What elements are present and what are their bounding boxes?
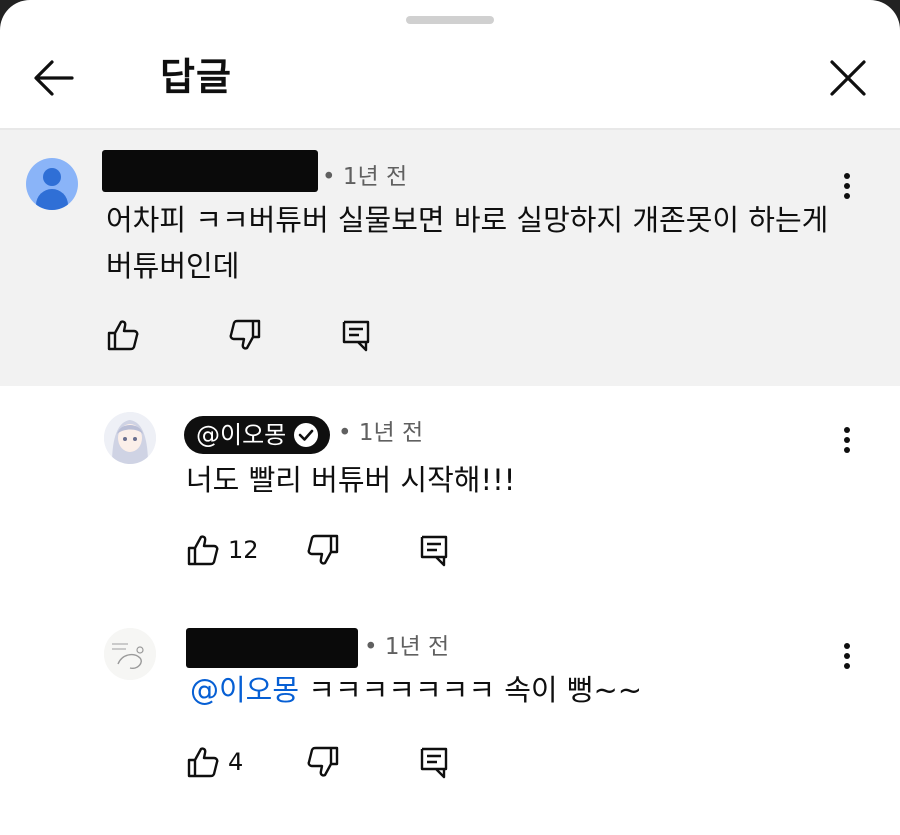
close-button[interactable]	[826, 56, 870, 100]
dislike-button[interactable]	[306, 745, 340, 779]
drag-handle[interactable]	[406, 16, 494, 24]
dislike-button[interactable]	[228, 318, 262, 352]
like-button[interactable]	[106, 318, 140, 352]
comment-text-line2: 버튜버인데	[106, 249, 240, 283]
more-options-button[interactable]	[832, 422, 862, 458]
close-icon	[830, 60, 866, 96]
page-title: 답글	[160, 55, 232, 99]
more-options-button[interactable]	[832, 168, 862, 204]
like-count: 12	[228, 536, 259, 564]
kebab-dot	[844, 427, 850, 433]
avatar[interactable]	[26, 158, 78, 210]
thumbs-up-icon	[187, 535, 219, 566]
replies-sheet: 답글 • 1년 전 어차피 ㅋㅋ버튜버 실물보면 바로 실망하지 개존못이 하는…	[0, 0, 900, 835]
reply-icon	[342, 320, 370, 352]
comment-time: • 1년 전	[338, 420, 424, 446]
avatar[interactable]	[104, 412, 156, 464]
redacted-username	[186, 628, 358, 668]
reply-icon	[420, 747, 448, 779]
anime-character-avatar-icon	[104, 412, 156, 464]
thumbs-down-icon	[307, 746, 339, 777]
redacted-username	[102, 150, 318, 192]
sketch-avatar-icon	[104, 628, 156, 680]
verified-check-icon	[294, 423, 319, 447]
comment-text: @이오몽 ㅋㅋㅋㅋㅋㅋㅋ 속이 뻥~~	[190, 666, 642, 714]
like-button[interactable]	[186, 533, 220, 567]
sheet-header: 답글	[0, 30, 900, 130]
kebab-dot	[844, 643, 850, 649]
more-options-button[interactable]	[832, 638, 862, 674]
kebab-dot	[844, 183, 850, 189]
thumbs-down-icon	[229, 319, 261, 350]
like-count: 4	[228, 748, 244, 776]
avatar-person-body	[36, 189, 68, 210]
author-badge[interactable]: @이오몽	[184, 416, 331, 454]
dislike-button[interactable]	[306, 533, 340, 567]
comment-text: 너도 빨리 버튜버 시작해!!!	[186, 463, 516, 497]
reply-button[interactable]	[340, 318, 374, 352]
thumbs-up-icon	[187, 747, 219, 778]
back-button[interactable]	[28, 52, 80, 104]
reply-icon	[420, 535, 448, 567]
parent-comment: • 1년 전 어차피 ㅋㅋ버튜버 실물보면 바로 실망하지 개존못이 하는게 버…	[0, 130, 900, 386]
reply-button[interactable]	[418, 745, 452, 779]
kebab-dot	[844, 437, 850, 443]
avatar-person-icon	[43, 168, 61, 186]
avatar[interactable]	[104, 628, 156, 680]
thumbs-up-icon	[107, 320, 139, 351]
comment-text-line1: 어차피 ㅋㅋ버튜버 실물보면 바로 실망하지 개존못이 하는게	[106, 203, 829, 237]
reply-button[interactable]	[418, 533, 452, 567]
like-button[interactable]	[186, 745, 220, 779]
thumbs-down-icon	[307, 534, 339, 565]
kebab-dot	[844, 193, 850, 199]
comment-time: • 1년 전	[322, 164, 408, 190]
mention-link[interactable]: @이오몽	[190, 673, 299, 707]
arrow-left-icon	[34, 60, 74, 96]
comment-body: ㅋㅋㅋㅋㅋㅋㅋ 속이 뻥~~	[299, 673, 643, 707]
kebab-dot	[844, 447, 850, 453]
comment-time: • 1년 전	[364, 634, 450, 660]
author-name: @이오몽	[196, 421, 287, 449]
kebab-dot	[844, 173, 850, 179]
kebab-dot	[844, 663, 850, 669]
kebab-dot	[844, 653, 850, 659]
